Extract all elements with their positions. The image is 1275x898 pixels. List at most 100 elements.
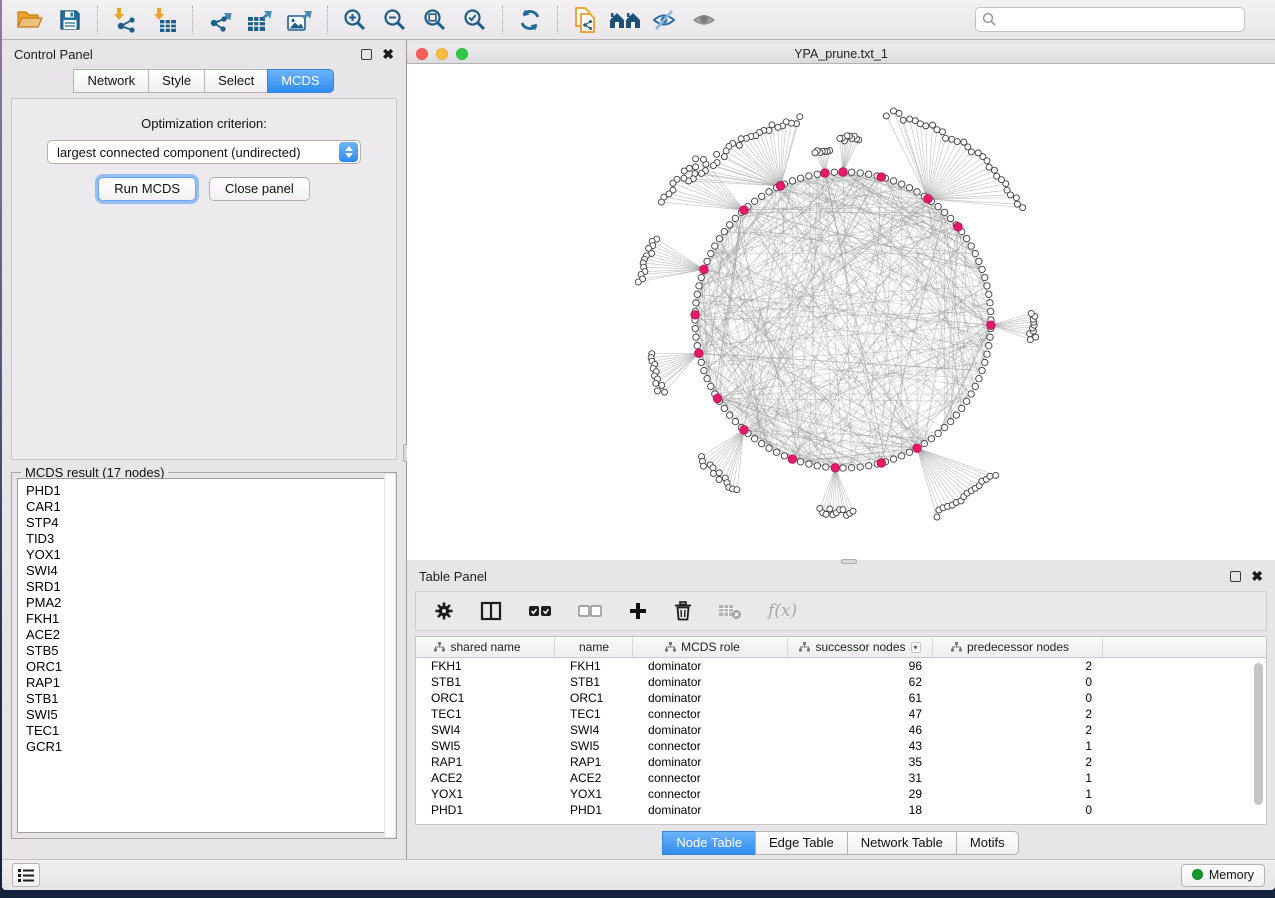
mcds-result-item[interactable]: SWI5 [18,707,390,723]
table-row[interactable]: YOX1 YOX1 connector 29 1 [416,786,1266,802]
refresh-icon[interactable] [513,4,547,36]
add-column-icon[interactable] [628,601,648,621]
mcds-result-item[interactable]: RAP1 [18,675,390,691]
mcds-result-item[interactable]: YOX1 [18,547,390,563]
close-table-panel-icon[interactable]: ✖ [1251,571,1263,582]
control-panel-tab[interactable]: MCDS [267,69,333,93]
mcds-result-item[interactable]: CAR1 [18,499,390,515]
table-column-header[interactable]: predecessor nodes ▾ [933,637,1103,657]
save-session-icon[interactable] [53,4,87,36]
import-table-icon[interactable] [148,4,182,36]
table-toolbar: f(x) [415,591,1267,631]
delete-column-icon[interactable] [674,601,692,621]
export-table-icon[interactable] [243,4,277,36]
control-panel: Control Panel ✖ NetworkStyleSelectMCDS O… [2,40,406,859]
table-scrollbar-thumb[interactable] [1254,663,1263,805]
application-window: Control Panel ✖ NetworkStyleSelectMCDS O… [2,0,1275,890]
mcds-result-item[interactable]: STP4 [18,515,390,531]
zoom-out-icon[interactable] [378,4,412,36]
status-bar: Memory [2,859,1275,890]
export-image-icon[interactable] [283,4,317,36]
optimization-criterion-label: Optimization criterion: [141,116,267,131]
deselect-all-icon[interactable] [578,604,602,618]
table-body: FKH1 FKH1 dominator 96 2 STB1 STB1 [416,658,1266,818]
table-row[interactable]: FKH1 FKH1 dominator 96 2 [416,658,1266,674]
mcds-hub-node [913,444,922,453]
mcds-result-item[interactable]: TID3 [18,531,390,547]
mcds-result-item[interactable]: PHD1 [18,483,390,499]
table-scrollbar[interactable] [1252,659,1264,822]
table-column-header[interactable]: successor nodes ▾ [788,637,933,657]
mcds-hub-node [839,168,848,177]
open-session-icon[interactable] [13,4,47,36]
control-panel-tab[interactable]: Style [148,69,205,93]
table-column-header[interactable]: name ▾ [555,637,633,657]
mcds-result-item[interactable]: STB1 [18,691,390,707]
table-row[interactable]: ORC1 ORC1 dominator 61 0 [416,690,1266,706]
table-header-row: shared name ▾ name ▾ [416,637,1266,658]
result-list-scrollbar[interactable] [384,474,395,837]
mcds-hub-node [713,394,722,403]
table-settings-gear-icon[interactable] [434,601,454,621]
horizontal-splitter-grip[interactable] [841,559,857,564]
control-panel-tab[interactable]: Network [73,69,149,93]
mcds-result-item[interactable]: STB5 [18,643,390,659]
table-tab[interactable]: Network Table [847,831,957,855]
mcds-hub-node [954,223,963,232]
zoom-selected-icon[interactable] [458,4,492,36]
mcds-result-item[interactable]: PMA2 [18,595,390,611]
table-row[interactable]: SWI5 SWI5 connector 43 1 [416,738,1266,754]
memory-status-icon [1192,869,1203,880]
mcds-result-item[interactable]: GCR1 [18,739,390,755]
first-neighbors-icon[interactable] [608,4,642,36]
mcds-result-item[interactable]: ORC1 [18,659,390,675]
task-history-button[interactable] [12,863,40,887]
show-all-icon[interactable] [688,4,722,36]
export-network-icon[interactable] [203,4,237,36]
optimization-criterion-select[interactable]: largest connected component (undirected) [47,140,361,164]
clone-network-icon[interactable] [568,4,602,36]
import-network-icon[interactable] [108,4,142,36]
network-graph[interactable] [407,64,1275,560]
mcds-result-item[interactable]: ACE2 [18,627,390,643]
table-row[interactable]: STB1 STB1 dominator 62 0 [416,674,1266,690]
run-mcds-button[interactable]: Run MCDS [98,177,196,201]
sort-indicator-icon[interactable]: ▾ [911,642,921,653]
zoom-in-icon[interactable] [338,4,372,36]
zoom-fit-icon[interactable] [418,4,452,36]
search-input[interactable] [975,7,1245,32]
table-row[interactable]: PHD1 PHD1 dominator 18 0 [416,802,1266,818]
mcds-result-item[interactable]: FKH1 [18,611,390,627]
select-all-icon[interactable] [528,604,552,618]
table-row[interactable]: TEC1 TEC1 connector 47 2 [416,706,1266,722]
table-row[interactable]: ACE2 ACE2 connector 31 1 [416,770,1266,786]
table-column-header[interactable]: MCDS role ▾ [633,637,788,657]
mcds-result-item[interactable]: SRD1 [18,579,390,595]
table-row[interactable]: RAP1 RAP1 dominator 35 2 [416,754,1266,770]
table-tab[interactable]: Edge Table [755,831,848,855]
control-panel-tab[interactable]: Select [204,69,268,93]
mcds-hub-node [821,169,830,178]
mcds-hub-node [924,194,933,203]
table-tab[interactable]: Motifs [956,831,1019,855]
network-window-titlebar[interactable]: YPA_prune.txt_1 [407,44,1275,64]
mcds-hub-node [877,459,886,468]
toolbar-separator [557,6,558,34]
table-panel: Table Panel ✖ [407,560,1275,859]
toolbar-separator [97,6,98,34]
close-panel-icon[interactable]: ✖ [382,49,394,60]
table-row[interactable]: SWI4 SWI4 dominator 46 2 [416,722,1266,738]
float-panel-icon[interactable] [361,49,372,60]
table-tab[interactable]: Node Table [662,831,756,855]
memory-button[interactable]: Memory [1181,864,1265,887]
list-icon [18,868,34,882]
table-tabs: Node TableEdge TableNetwork TableMotifs [407,825,1275,859]
show-columns-icon[interactable] [480,601,502,621]
network-view[interactable] [407,64,1275,560]
float-table-panel-icon[interactable] [1230,571,1241,582]
mcds-result-item[interactable]: SWI4 [18,563,390,579]
mcds-result-item[interactable]: TEC1 [18,723,390,739]
hide-selected-icon[interactable] [648,4,682,36]
table-column-header[interactable]: shared name ▾ [416,637,555,657]
close-panel-button[interactable]: Close panel [209,177,310,201]
